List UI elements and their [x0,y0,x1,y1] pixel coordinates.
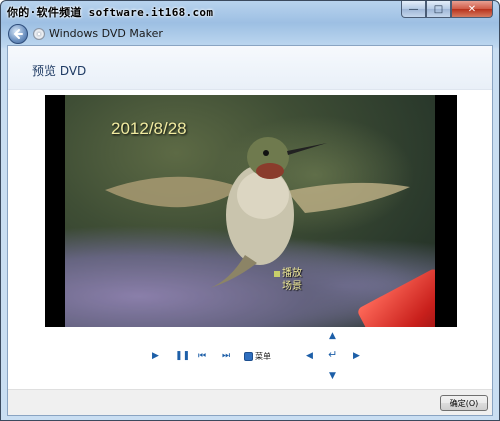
play-icon: ▶ [152,351,159,361]
menu-square-icon [244,352,253,361]
menu-overlay-play[interactable]: 播放 [274,267,302,280]
close-icon: ✕ [467,3,477,15]
maximize-icon: □ [433,3,444,15]
nav-down-button[interactable]: ▼ [329,371,336,381]
back-arrow-icon [13,29,23,39]
title-bar: 你的·软件频道 software.it168.com — □ ✕ [1,1,499,23]
date-overlay: 2012/8/28 [111,119,187,138]
dvd-maker-window: 你的·软件频道 software.it168.com — □ ✕ Windows… [0,0,500,421]
up-arrow-icon: ▲ [329,331,336,341]
minimize-icon: — [408,3,419,15]
enter-icon: ↵ [328,348,338,361]
menu-button[interactable]: 菜单 [244,351,271,362]
content-area: 预览 DVD 2012/8/28 播放 场景 ▶ ❚❚ ⏮ ⏭ 菜单 ▲ ◀ ↵… [7,45,493,416]
video-preview: 2012/8/28 播放 场景 [45,95,457,327]
nav-left-button[interactable]: ◀ [306,351,313,361]
dvd-menu-overlay: 播放 场景 [274,267,302,293]
back-button[interactable] [8,24,28,44]
play-button[interactable]: ▶ [152,351,159,361]
selection-bullet-icon [274,270,280,277]
nav-up-button[interactable]: ▲ [329,331,336,341]
left-arrow-icon: ◀ [306,351,313,361]
down-arrow-icon: ▼ [329,371,336,381]
page-title: 预览 DVD [32,64,87,78]
nav-enter-button[interactable]: ↵ [328,348,338,361]
page-header: 预览 DVD [8,46,492,90]
caption-buttons: — □ ✕ [401,1,493,19]
window-title: Windows DVD Maker [49,27,163,40]
next-chapter-button[interactable]: ⏭ [222,351,230,361]
navigation-bar: Windows DVD Maker [1,23,499,45]
menu-button-label: 菜单 [255,352,271,361]
watermark-text: 你的·软件频道 software.it168.com [7,6,214,19]
previous-chapter-button[interactable]: ⏮ [198,351,206,361]
minimize-button[interactable]: — [401,1,426,18]
nav-right-button[interactable]: ▶ [353,351,360,361]
dialog-footer: 确定(O) [8,389,492,415]
ok-button[interactable]: 确定(O) [440,395,488,411]
dvd-app-icon [33,28,45,40]
maximize-button[interactable]: □ [426,1,451,18]
close-button[interactable]: ✕ [451,1,493,18]
menu-overlay-scenes[interactable]: 场景 [274,280,302,293]
pause-button[interactable]: ❚❚ [175,351,190,361]
pause-icon: ❚❚ [175,351,191,361]
previous-icon: ⏮ [198,351,207,361]
next-icon: ⏭ [222,351,231,361]
right-arrow-icon: ▶ [353,351,360,361]
